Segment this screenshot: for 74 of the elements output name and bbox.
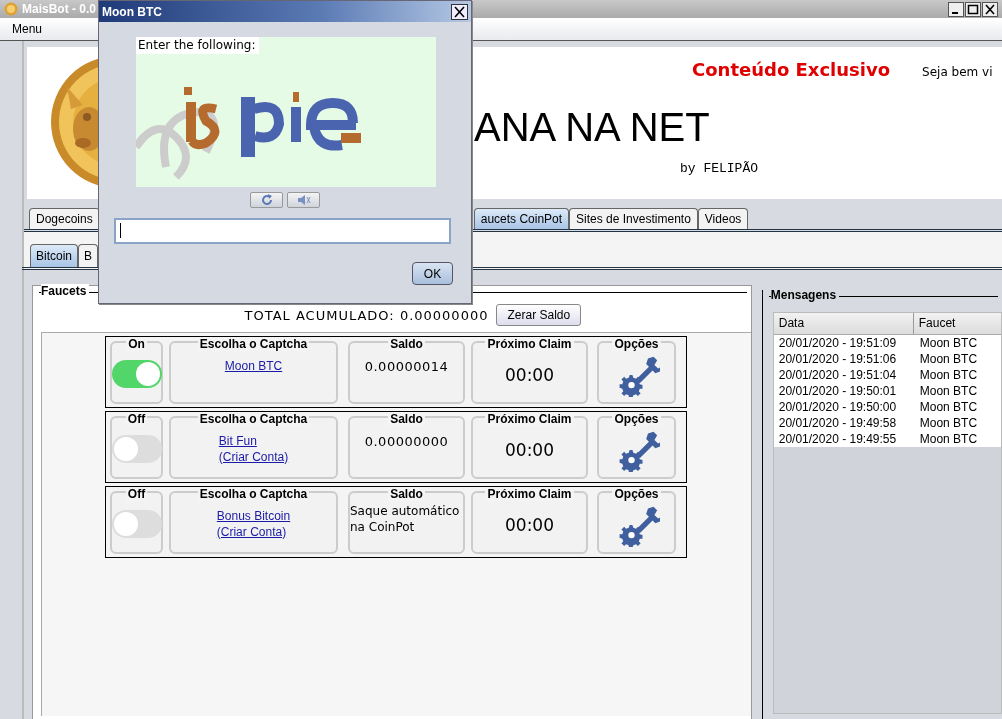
table-cell-text: 20/01/2020 - 19:49:58	[777, 415, 898, 431]
tab[interactable]: Videos	[697, 208, 749, 229]
balance-value: 0.00000014	[364, 358, 449, 374]
tab[interactable]: Sites de Investimento	[569, 208, 698, 229]
balance-value: Saque automático na CoinPot	[350, 502, 461, 535]
panel-title: Faucets	[41, 284, 90, 298]
toggle-switch[interactable]	[111, 359, 162, 388]
column-header[interactable]: Data	[773, 313, 914, 334]
table-cell-text: 20/01/2020 - 19:50:01	[777, 383, 898, 399]
table-cell-text: Moon BTC	[918, 351, 979, 367]
table-cell-text: 20/01/2020 - 19:51:09	[777, 335, 898, 351]
countdown: 00:00	[505, 364, 554, 385]
captcha-prompt: Enter the following:	[136, 37, 259, 54]
ok-button[interactable]: OK	[412, 262, 453, 285]
cell-heading: Saldo	[388, 486, 425, 501]
close-icon[interactable]	[982, 1, 998, 17]
countdown: 00:00	[505, 439, 554, 460]
refresh-icon	[259, 194, 274, 206]
tab[interactable]: aucets CoinPot	[473, 208, 570, 229]
link[interactable]: Bit Fun	[218, 432, 257, 449]
tab[interactable]: B	[78, 244, 99, 267]
table-cell-text: Moon BTC	[918, 415, 979, 431]
minimize-icon[interactable]	[948, 1, 964, 17]
welcome-text: Seja bem vi	[922, 65, 993, 79]
cell-heading: Saldo	[388, 336, 425, 351]
panel-title: Mensagens	[770, 288, 840, 302]
table-cell-text: 20/01/2020 - 19:49:55	[777, 431, 898, 447]
maximize-icon[interactable]	[965, 1, 981, 17]
cell-heading: Próximo Claim	[485, 336, 574, 351]
cell-heading: Próximo Claim	[485, 486, 574, 501]
table-cell-text: Moon BTC	[918, 335, 979, 351]
cell-heading: Escolha o Captcha	[197, 336, 310, 351]
table-cell-text: Moon BTC	[918, 431, 979, 447]
toggle-switch[interactable]	[111, 434, 162, 463]
cell-heading: Opções	[612, 336, 661, 351]
tab[interactable]: Bitcoin	[30, 244, 79, 267]
input-field[interactable]	[113, 218, 451, 244]
table-cell-text: 20/01/2020 - 19:51:06	[777, 351, 898, 367]
exclusive-label: Conteúdo Exclusivo	[692, 59, 891, 80]
balance-value: 0.00000000	[364, 433, 449, 449]
table-cell-text: Moon BTC	[918, 399, 979, 415]
cell-heading: Off	[125, 411, 148, 426]
countdown: 00:00	[505, 514, 554, 535]
tab[interactable]: Dogecoins	[29, 208, 100, 229]
cell-heading: Escolha o Captcha	[197, 411, 310, 426]
link[interactable]: (Criar Conta)	[216, 523, 287, 540]
coin-icon	[4, 2, 18, 16]
link[interactable]: Bonus Bitcoin	[216, 507, 291, 524]
window-title: MaisBot - 0.0	[22, 2, 96, 16]
cell-heading: Opções	[612, 486, 661, 501]
table-cell-text: Moon BTC	[918, 383, 979, 399]
menu-item[interactable]: Menu	[12, 22, 43, 36]
cell-heading: Escolha o Captcha	[197, 486, 310, 501]
column-header[interactable]: Faucet	[913, 313, 999, 334]
table-cell-text: Moon BTC	[918, 367, 979, 383]
banner-byline: by FELIPÃO	[680, 161, 758, 176]
close-icon[interactable]	[451, 3, 468, 20]
refresh-button[interactable]	[250, 192, 283, 208]
cell-heading: Próximo Claim	[485, 411, 574, 426]
cell-heading: Off	[125, 486, 148, 501]
speaker-icon	[296, 194, 311, 206]
link[interactable]: Moon BTC	[224, 357, 283, 374]
cell-heading: Opções	[612, 411, 661, 426]
table-cell-text: 20/01/2020 - 19:51:04	[777, 367, 898, 383]
banner-headline: ANA NA NET	[474, 105, 711, 149]
dialog-title: Moon BTC	[102, 4, 162, 19]
link[interactable]: (Criar Conta)	[218, 448, 289, 465]
audio-button[interactable]	[287, 192, 320, 208]
cell-heading: Saldo	[388, 411, 425, 426]
reset-button[interactable]: Zerar Saldo	[496, 304, 582, 326]
cell-heading: On	[126, 336, 147, 351]
table-cell-text: 20/01/2020 - 19:50:00	[777, 399, 898, 415]
total-label: TOTAL ACUMULADO: 0.00000000	[244, 307, 489, 323]
toggle-switch[interactable]	[111, 509, 162, 538]
